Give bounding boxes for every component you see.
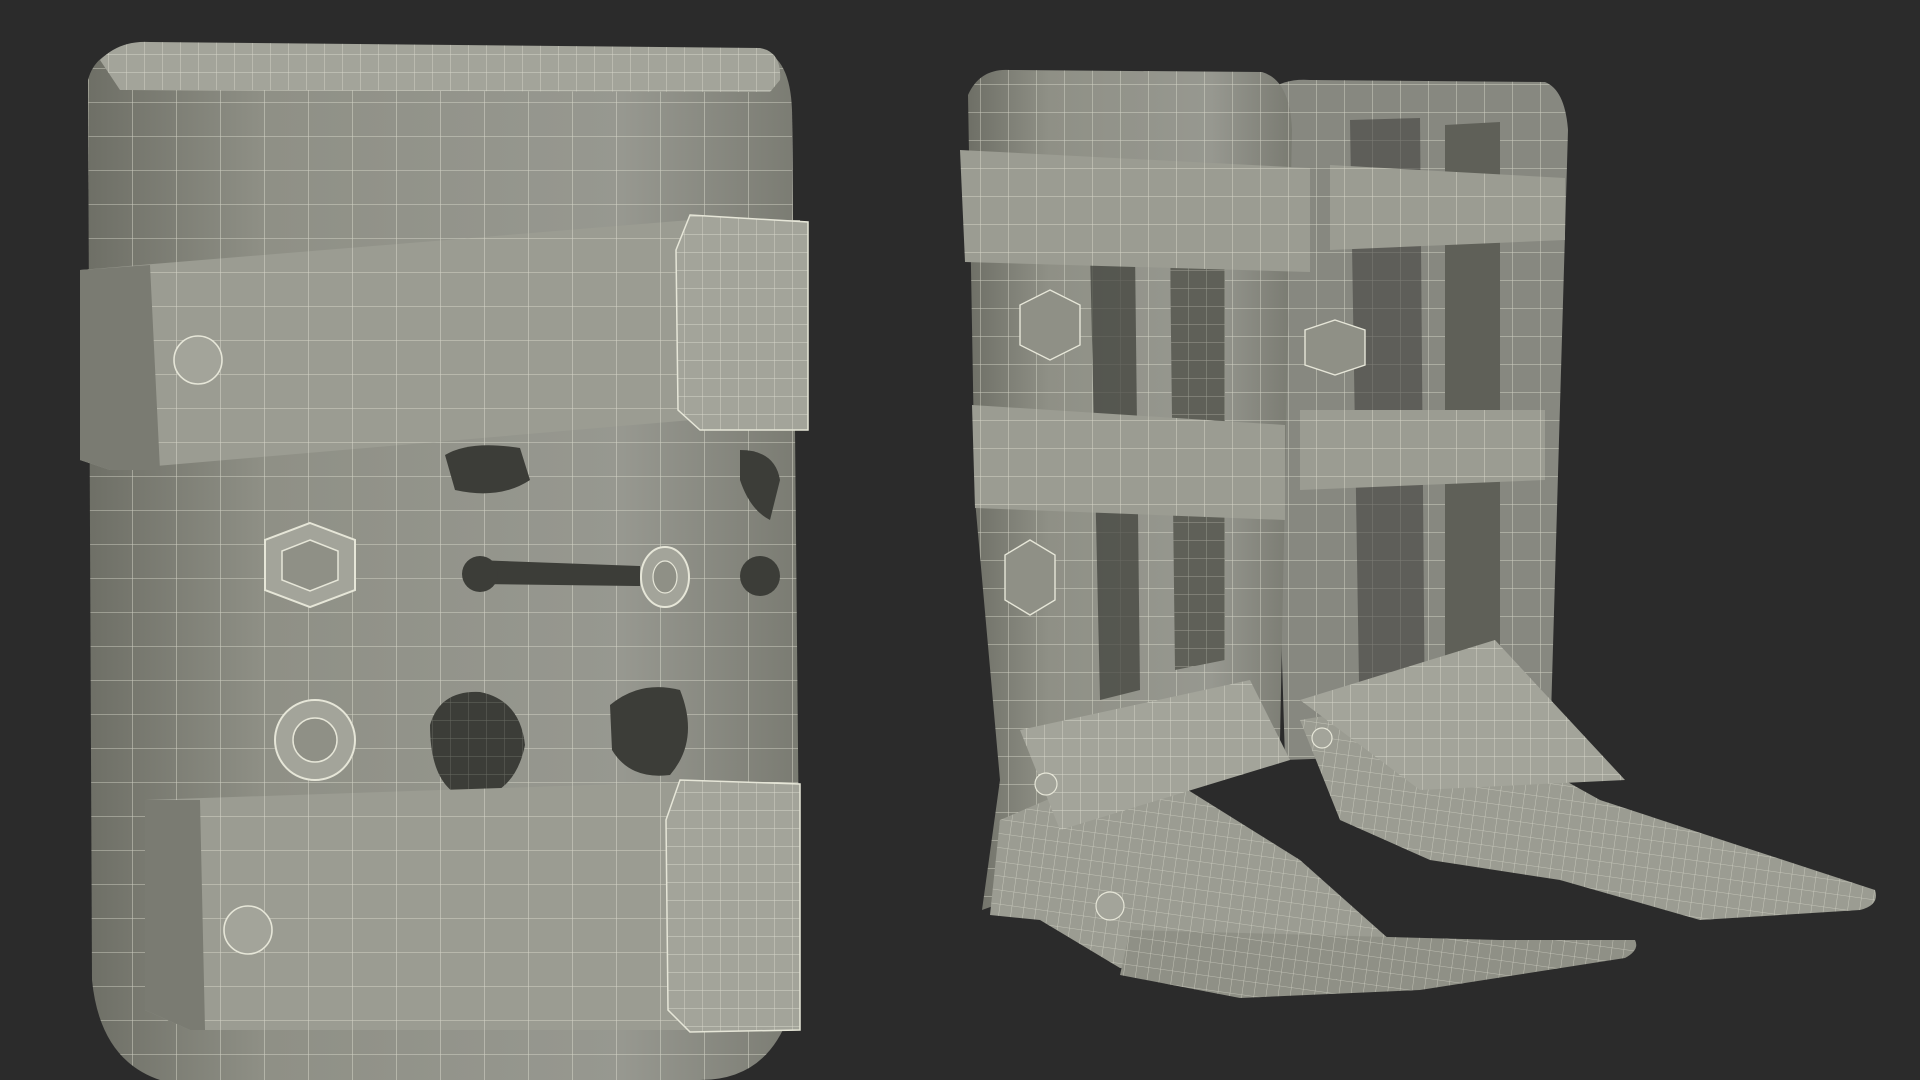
orthosis-right bbox=[1265, 79, 1876, 920]
closeup-slot-bolt-icon bbox=[640, 546, 690, 608]
closeup-hex-bolt-large-icon bbox=[264, 521, 356, 609]
orthosis-pair bbox=[960, 69, 1876, 998]
closeup-lower-rivet-icon bbox=[223, 905, 273, 955]
left-hex-ornament-upper-icon bbox=[1019, 289, 1081, 361]
closeup-lower-strap bbox=[145, 779, 801, 1033]
left-heel-rivet-icon bbox=[1095, 891, 1125, 921]
right-hex-bolt-icon bbox=[1304, 319, 1366, 376]
closeup-orthosis bbox=[80, 41, 809, 1080]
closeup-upper-rivet-icon bbox=[173, 335, 223, 385]
render-viewport bbox=[0, 0, 1920, 1080]
right-ankle-rivet-icon bbox=[1311, 727, 1333, 749]
left-ankle-rivet-icon bbox=[1034, 772, 1058, 796]
left-hex-ornament-lower-icon bbox=[1004, 539, 1056, 616]
render-canvas bbox=[80, 41, 1876, 1080]
closeup-round-bolt-icon bbox=[274, 699, 356, 781]
